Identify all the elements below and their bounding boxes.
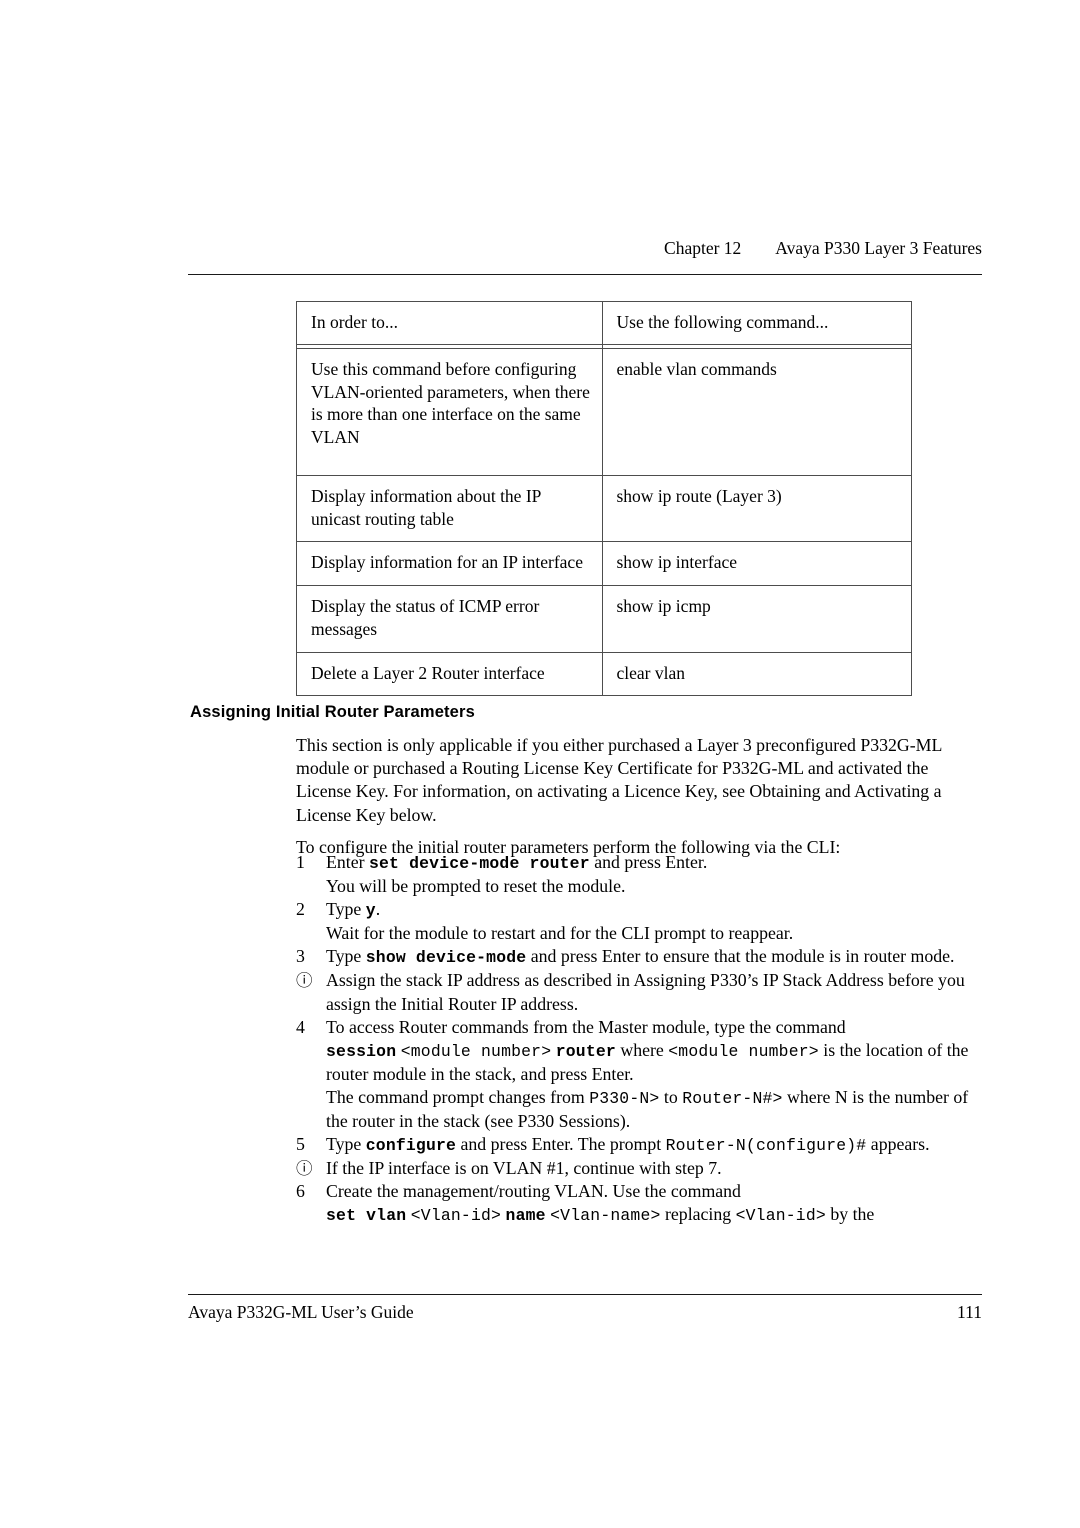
step-content: Type show device-mode and press Enter to… — [326, 945, 986, 969]
table-row: Display the status of ICMP error message… — [296, 585, 912, 653]
note-icon: ⓘ — [296, 1159, 313, 1179]
cli-argument: <Vlan-id> — [410, 1206, 502, 1226]
cli-command: set vlan — [326, 1206, 407, 1226]
table-column-header-task: In order to... — [296, 301, 603, 345]
list-item: 4 To access Router commands from the Mas… — [296, 1016, 986, 1133]
list-item: 1 Enter set device-mode router and press… — [296, 851, 986, 898]
step-text: and press Enter to ensure that the modul… — [526, 946, 955, 967]
step-text: The command prompt changes from — [326, 1086, 590, 1107]
note-icon: ⓘ — [296, 971, 313, 991]
step-text: Enter — [326, 852, 369, 872]
cli-argument: <Vlan-id> — [735, 1206, 826, 1226]
cli-argument: <Vlan-name> — [550, 1206, 661, 1226]
step-text: to — [659, 1086, 683, 1107]
cli-prompt: P330-N> — [589, 1088, 660, 1108]
note-content: Assign the stack IP address as described… — [326, 970, 965, 1014]
step-continuation: session <module number> router where <mo… — [326, 1039, 986, 1086]
cli-argument: <module number> — [400, 1041, 552, 1061]
table-row: Delete a Layer 2 Router interface clear … — [296, 651, 912, 697]
step-marker: 3 — [296, 946, 305, 967]
cli-command: configure — [365, 1136, 457, 1156]
cli-command: session — [326, 1041, 397, 1061]
step-continuation: set vlan <Vlan-id> name <Vlan-name> repl… — [326, 1203, 986, 1227]
cli-command: y — [365, 901, 376, 921]
step-text: To access Router commands from the Maste… — [326, 1016, 846, 1037]
cli-prompt: Router-N#> — [682, 1088, 783, 1108]
step-text: and press Enter. — [589, 852, 708, 872]
step-marker: 1 — [296, 852, 305, 872]
step-marker: 5 — [296, 1134, 305, 1155]
command-reference-table: In order to... Use the following command… — [296, 301, 912, 697]
step-continuation: Wait for the module to restart and for t… — [326, 923, 794, 944]
step-marker: 2 — [296, 899, 305, 920]
list-item: 5 Type configure and press Enter. The pr… — [296, 1133, 986, 1157]
cli-command: set device-mode router — [368, 854, 590, 873]
table-cell-task: Display information about the IP unicast… — [296, 474, 603, 543]
table-column-header-command: Use the following command... — [601, 301, 912, 345]
step-content: To access Router commands from the Maste… — [326, 1016, 986, 1133]
table-cell-command: show ip route (Layer 3) — [601, 474, 912, 543]
step-text: and press Enter. The prompt — [456, 1134, 666, 1155]
step-continuation: You will be prompted to reset the module… — [326, 876, 626, 897]
header-divider-rule — [188, 274, 982, 275]
step-text: Create the management/routing VLAN. Use … — [326, 1181, 741, 1202]
step-text: . — [375, 899, 381, 920]
step-text: Type — [326, 1134, 366, 1155]
step-content: Type y. Wait for the module to restart a… — [326, 898, 986, 945]
step-content: Create the management/routing VLAN. Use … — [326, 1180, 986, 1227]
table-cell-task: Display information for an IP interface — [296, 541, 603, 586]
step-content: Enter set device-mode router and press E… — [326, 851, 986, 898]
step-content: Type configure and press Enter. The prom… — [326, 1133, 986, 1157]
step-text: replacing — [660, 1204, 736, 1225]
step-continuation: The command prompt changes from P330-N> … — [326, 1086, 986, 1133]
step-text: Type — [326, 899, 366, 920]
list-item-note: ⓘ If the IP interface is on VLAN #1, con… — [296, 1157, 986, 1180]
document-page: Chapter 12 Avaya P330 Layer 3 Features In… — [0, 0, 1080, 1528]
list-item: 3 Type show device-mode and press Enter … — [296, 945, 986, 969]
footer-divider-rule — [188, 1294, 982, 1295]
table-cell-command: show ip interface — [601, 541, 912, 586]
table-cell-command: show ip icmp — [601, 585, 912, 653]
header-chapter-label: Chapter 12 — [664, 238, 742, 258]
cli-command: show device-mode — [365, 948, 527, 968]
table-header-row: In order to... Use the following command… — [296, 301, 912, 345]
step-text: by the — [825, 1204, 875, 1225]
footer-page-number: 111 — [957, 1302, 982, 1322]
table-cell-task: Display the status of ICMP error message… — [296, 585, 603, 653]
note-content: If the IP interface is on VLAN #1, conti… — [326, 1158, 722, 1179]
section-paragraph-1: This section is only applicable if you e… — [296, 735, 942, 825]
table-cell-task: Use this command before configuring VLAN… — [296, 347, 603, 476]
table-row: Use this command before configuring VLAN… — [296, 347, 912, 476]
table-cell-command: enable vlan commands — [601, 347, 912, 476]
table-row: Display information about the IP unicast… — [296, 474, 912, 543]
table-cell-command: clear vlan — [601, 651, 912, 697]
footer-guide-title: Avaya P332G-ML User’s Guide — [188, 1302, 414, 1322]
procedure-step-list: 1 Enter set device-mode router and press… — [296, 851, 986, 1228]
cli-prompt: Router-N(configure)# — [665, 1136, 867, 1156]
page-running-footer: Avaya P332G-ML User’s Guide 111 — [188, 1302, 982, 1323]
table-row: Display information for an IP interface … — [296, 541, 912, 586]
cli-command: router — [555, 1041, 616, 1061]
list-item: 2 Type y. Wait for the module to restart… — [296, 898, 986, 945]
section-body: This section is only applicable if you e… — [296, 734, 982, 867]
step-text: where — [615, 1039, 669, 1060]
header-chapter-title: Avaya P330 Layer 3 Features — [775, 238, 982, 258]
cli-command: name — [505, 1206, 546, 1226]
list-item: 6 Create the management/routing VLAN. Us… — [296, 1180, 986, 1227]
step-marker: 4 — [296, 1016, 305, 1037]
step-text: Type — [326, 946, 366, 967]
cli-argument: <module number> — [668, 1041, 819, 1061]
step-marker: 6 — [296, 1181, 305, 1202]
list-item-note: ⓘ Assign the stack IP address as describ… — [296, 969, 986, 1015]
page-running-header: Chapter 12 Avaya P330 Layer 3 Features — [188, 238, 982, 259]
step-text: appears. — [866, 1134, 930, 1155]
section-heading: Assigning Initial Router Parameters — [190, 703, 475, 721]
table-cell-task: Delete a Layer 2 Router interface — [296, 651, 603, 697]
